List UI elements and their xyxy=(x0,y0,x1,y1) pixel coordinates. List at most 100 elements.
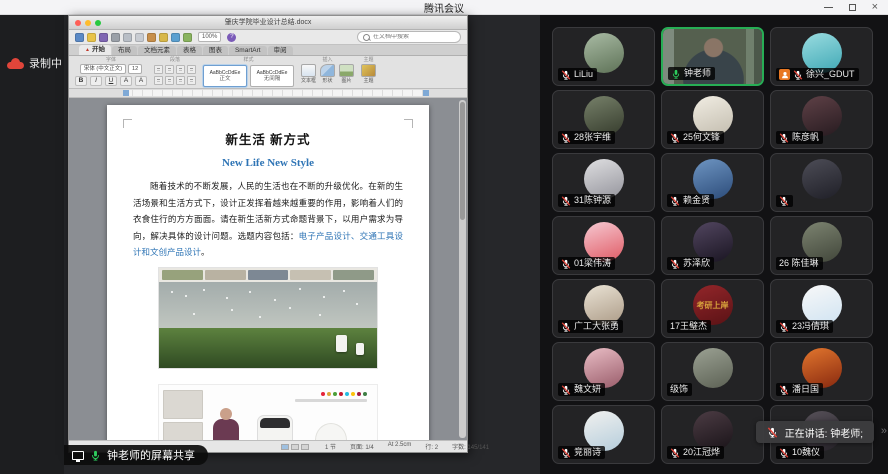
style-无间隔[interactable]: AaBbCcDdEe无间隔 xyxy=(250,65,294,87)
mac-minimize-icon[interactable] xyxy=(85,20,91,26)
insert-形状[interactable]: 形状 xyxy=(320,64,335,84)
participant-tile-魏文妍[interactable]: 魏文妍 xyxy=(552,342,655,401)
mic-icon xyxy=(671,69,681,79)
align-left-icon[interactable] xyxy=(154,65,163,74)
app-title: 腾讯会议 xyxy=(424,0,464,15)
font-name-select[interactable]: 宋体 (中文正文) xyxy=(80,64,126,74)
participant-tile-潘日国[interactable]: 潘日国 xyxy=(770,342,873,401)
indent-icon[interactable] xyxy=(176,76,185,85)
mac-traffic-lights xyxy=(75,20,101,26)
tab-表格[interactable]: 表格 xyxy=(177,46,202,55)
group-label-theme: 主题 xyxy=(364,57,374,63)
mic-icon xyxy=(561,70,571,80)
style-正文[interactable]: AaBbCcDdEe正文 xyxy=(203,65,247,87)
ribbon-tabs: 开始布局文档元素表格图表SmartArt审阅 xyxy=(69,45,467,56)
copy-icon[interactable] xyxy=(135,33,144,42)
align-right-icon[interactable] xyxy=(176,65,185,74)
format-painter-icon[interactable] xyxy=(159,33,168,42)
mac-close-icon[interactable] xyxy=(75,20,81,26)
document-canvas[interactable]: 新生活 新方式 New Life New Style 随着技术的不断发展，人民的… xyxy=(69,98,467,440)
participant-name-pill: 徐兴_GDUT xyxy=(776,68,859,81)
minimize-icon[interactable] xyxy=(824,7,833,8)
doc-paragraph: 随着技术的不断发展，人民的生活也在不断的升级优化。在新的生活场景和生活方式下，设… xyxy=(133,178,403,261)
paste-icon[interactable] xyxy=(147,33,156,42)
tab-开始[interactable]: 开始 xyxy=(79,45,111,55)
mac-zoom-icon[interactable] xyxy=(95,20,101,26)
number-list-icon[interactable] xyxy=(165,76,174,85)
recording-indicator[interactable]: 录制中 xyxy=(7,55,62,71)
document-searchbox[interactable] xyxy=(357,31,461,43)
save-icon[interactable] xyxy=(99,33,108,42)
participant-tile-苏泽欣[interactable]: 苏泽欣 xyxy=(661,216,764,275)
redo-icon[interactable] xyxy=(183,33,192,42)
mic-icon xyxy=(561,385,571,395)
view-mode-buttons xyxy=(281,444,309,450)
font-style-button-0[interactable]: B xyxy=(75,76,87,86)
style-gallery: AaBbCcDdEe正文AaBbCcDdEe无间隔 xyxy=(203,65,294,87)
participant-tile-31陈钟源[interactable]: 31陈钟源 xyxy=(552,153,655,212)
ruler-right-margin-marker[interactable] xyxy=(423,90,429,96)
align-center-icon[interactable] xyxy=(165,65,174,74)
document-title: 肇庆学院毕业设计总结.docx xyxy=(69,16,467,29)
participant-tile-25何文锋[interactable]: 25何文锋 xyxy=(661,90,764,149)
participant-tile-赖金贤[interactable]: 赖金贤 xyxy=(661,153,764,212)
font-style-button-4[interactable]: A xyxy=(135,76,147,86)
open-icon[interactable] xyxy=(87,33,96,42)
theme-button[interactable]: 主题 xyxy=(361,64,376,84)
ruler[interactable] xyxy=(69,89,467,98)
tab-布局[interactable]: 布局 xyxy=(112,46,137,55)
participant-tile-01梁伟涛[interactable]: 01梁伟涛 xyxy=(552,216,655,275)
outline-view-icon[interactable] xyxy=(301,444,309,450)
group-label-styles: 样式 xyxy=(243,57,253,63)
print-icon[interactable] xyxy=(111,33,120,42)
participant-name-pill: 17王璧杰 xyxy=(667,320,711,333)
insert-图片[interactable]: 图片 xyxy=(339,64,354,84)
line-spacing-icon[interactable] xyxy=(187,76,196,85)
participant-name-pill: 20江冠烨 xyxy=(667,446,724,459)
maximize-icon[interactable] xyxy=(849,4,856,11)
screen-share-banner[interactable]: 钟老师的屏幕共享 xyxy=(64,445,208,465)
participant-tile-23冯倩琪[interactable]: 23冯倩琪 xyxy=(770,279,873,338)
participant-tile-LiLiu[interactable]: LiLiu xyxy=(552,27,655,86)
tab-SmartArt[interactable]: SmartArt xyxy=(229,46,267,55)
participant-tile-26 陈佳琳[interactable]: 26 陈佳琳 xyxy=(770,216,873,275)
font-size-select[interactable]: 12 xyxy=(128,64,142,74)
participant-tile-20江冠烨[interactable]: 20江冠烨 xyxy=(661,405,764,464)
participant-name: 26 陈佳琳 xyxy=(779,258,819,269)
bullet-list-icon[interactable] xyxy=(154,76,163,85)
crop-mark-right xyxy=(404,119,413,128)
participant-name-pill: 31陈钟源 xyxy=(558,194,615,207)
document-page[interactable]: 新生活 新方式 New Life New Style 随着技术的不断发展，人民的… xyxy=(107,105,429,440)
participant-name: 23冯倩琪 xyxy=(792,321,829,332)
font-style-button-3[interactable]: A xyxy=(120,76,132,86)
justify-icon[interactable] xyxy=(187,65,196,74)
font-style-button-2[interactable]: U xyxy=(105,76,117,86)
participant-tile-hidden-8[interactable] xyxy=(770,153,873,212)
search-input[interactable] xyxy=(373,34,443,40)
participant-tile-级饰[interactable]: 级饰 xyxy=(661,342,764,401)
print-layout-view-icon[interactable] xyxy=(281,444,289,450)
new-doc-icon[interactable] xyxy=(75,33,84,42)
insert-文本框[interactable]: 文本框 xyxy=(301,64,316,84)
zoom-control[interactable]: 100% xyxy=(198,32,221,42)
participant-tile-28张宇维[interactable]: 28张宇维 xyxy=(552,90,655,149)
doc-image-product-collage xyxy=(158,384,378,440)
help-icon[interactable]: ? xyxy=(227,33,236,42)
font-style-button-1[interactable]: I xyxy=(90,76,102,86)
participant-tile-徐兴_GDUT[interactable]: 徐兴_GDUT xyxy=(770,27,873,86)
document-scrollbar[interactable] xyxy=(459,100,466,438)
scrollbar-thumb[interactable] xyxy=(460,102,465,220)
tab-审阅[interactable]: 审阅 xyxy=(268,46,293,55)
cut-icon[interactable] xyxy=(123,33,132,42)
tab-文档元素[interactable]: 文档元素 xyxy=(138,46,176,55)
web-layout-view-icon[interactable] xyxy=(291,444,299,450)
ruler-left-margin-marker[interactable] xyxy=(123,90,129,96)
participant-tile-广工大张勇[interactable]: 广工大张勇 xyxy=(552,279,655,338)
close-icon[interactable]: × xyxy=(872,2,878,12)
undo-icon[interactable] xyxy=(171,33,180,42)
participant-tile-钟老师[interactable]: 钟老师 xyxy=(661,27,764,86)
tab-图表[interactable]: 图表 xyxy=(203,46,228,55)
participant-tile-17王璧杰[interactable]: 考研上岸 17王璧杰 xyxy=(661,279,764,338)
participant-tile-竞丽诗[interactable]: 竞丽诗 xyxy=(552,405,655,464)
participant-tile-陈彦帆[interactable]: 陈彦帆 xyxy=(770,90,873,149)
